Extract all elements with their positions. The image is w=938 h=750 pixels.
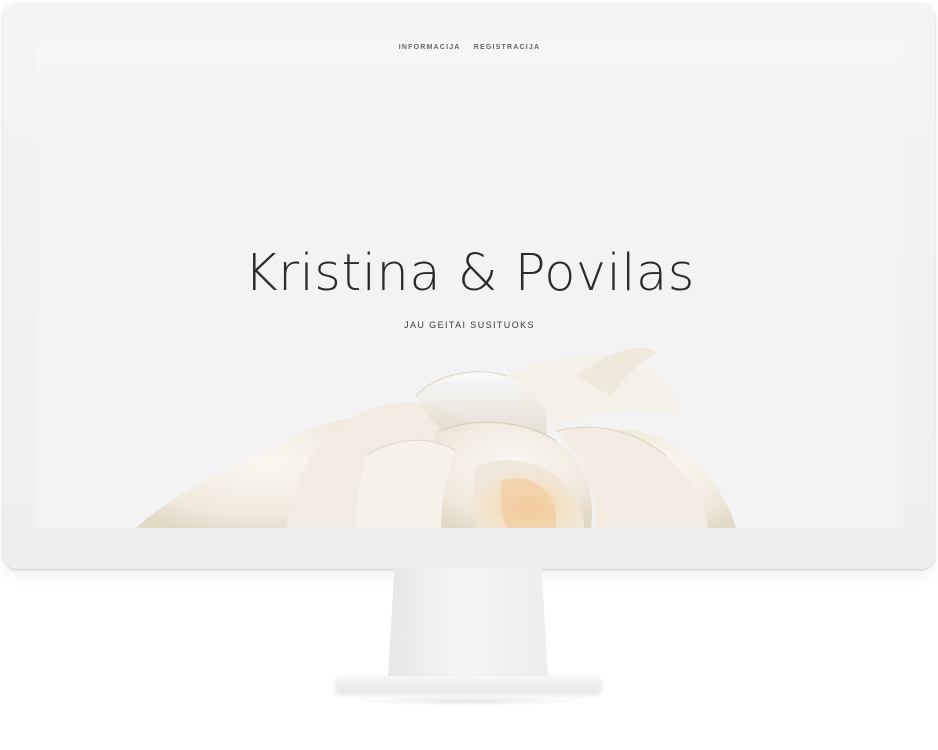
monitor-stand-neck	[388, 568, 548, 678]
hero-title: Kristina & Povilas	[244, 244, 695, 303]
website-screen: INFORMACIJA REGISTRACIJA Kristina & Povi…	[36, 36, 903, 528]
hero-subtitle: JAU GEITAI SUSITUOKS	[404, 320, 535, 330]
monitor: INFORMACIJA REGISTRACIJA Kristina & Povi…	[3, 3, 935, 569]
nav-link-informacija[interactable]: INFORMACIJA	[399, 44, 461, 51]
nav-link-registracija[interactable]: REGISTRACIJA	[474, 44, 541, 51]
top-navigation: INFORMACIJA REGISTRACIJA	[36, 44, 903, 51]
monitor-stand-base	[336, 676, 601, 692]
device-mockup: INFORMACIJA REGISTRACIJA Kristina & Povi…	[0, 0, 938, 750]
stand-shadow	[355, 696, 583, 706]
